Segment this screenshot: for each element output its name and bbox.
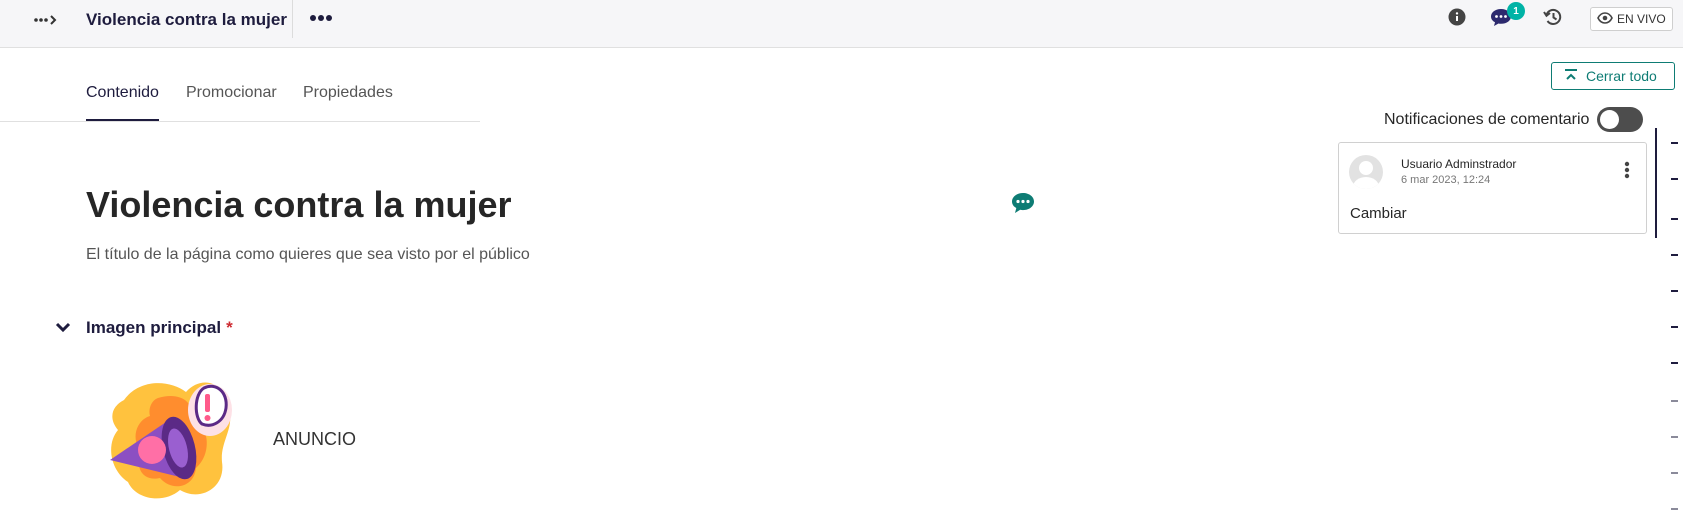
minimap-marker[interactable] [1671,436,1678,438]
section-heading: Imagen principal * [86,318,233,338]
tab-promote[interactable]: Promocionar [186,84,277,102]
vertical-dots-icon [1624,161,1630,184]
comment-text: Cambiar [1350,205,1407,222]
comment-notifications-toggle[interactable] [1597,107,1643,132]
live-view-button[interactable]: EN VIVO [1590,7,1673,31]
comment-menu-button[interactable] [1619,161,1635,183]
close-all-label: Cerrar todo [1586,68,1657,84]
toggle-knob [1600,110,1619,129]
ellipsis-arrow-icon[interactable] [32,8,60,32]
collapse-up-icon [1564,68,1578,84]
comment-date: 6 mar 2023, 12:24 [1401,174,1491,186]
minimap-marker[interactable] [1671,254,1678,256]
page-title-field[interactable]: Violencia contra la mujer [86,184,512,226]
header-divider [292,0,293,38]
live-label: EN VIVO [1617,12,1666,26]
info-icon [1448,8,1466,31]
comment-notifications-label: Notificaciones de comentario [1384,111,1590,128]
minimap-marker[interactable] [1671,362,1678,364]
section-title-text: Imagen principal [86,318,222,337]
more-actions-button[interactable] [306,6,336,30]
minimap-marker[interactable] [1671,218,1678,220]
minimap-active-line [1655,128,1657,238]
history-icon [1543,7,1563,32]
minimap-marker[interactable] [1671,290,1678,292]
tab-content[interactable]: Contenido [86,84,159,102]
minimap-marker[interactable] [1671,472,1678,474]
header-page-title: Violencia contra la mujer [86,10,287,29]
minimap-marker[interactable] [1671,178,1678,180]
top-bar: Violencia contra la mujer 1 EN VIVO [0,0,1683,48]
image-caption: ANUNCIO [273,429,357,449]
history-button[interactable] [1540,6,1566,32]
minimap-marker[interactable] [1671,400,1678,402]
minimap-marker[interactable] [1671,508,1678,510]
add-comment-button[interactable] [1010,191,1036,215]
title-help-text: El título de la página como quieres que … [86,246,530,263]
info-button[interactable] [1444,6,1470,32]
tab-bar: Contenido Promocionar Propiedades [0,76,480,122]
close-all-button[interactable]: Cerrar todo [1551,62,1675,90]
section-toggle[interactable] [54,318,72,336]
active-tab-indicator [86,119,159,121]
eye-icon [1597,11,1613,27]
megaphone-illustration [104,381,232,499]
comment-author: Usuario Adminstrador [1401,157,1517,171]
comment-card: Usuario Adminstrador 6 mar 2023, 12:24 C… [1338,142,1647,234]
tab-properties[interactable]: Propiedades [303,84,393,102]
main-image-thumbnail[interactable] [100,370,236,506]
avatar [1349,155,1383,189]
required-marker: * [226,318,233,337]
minimap-marker[interactable] [1671,326,1678,328]
chevron-down-icon [54,322,72,340]
minimap-marker[interactable] [1671,142,1678,144]
horizontal-dots-icon [309,9,333,27]
comments-count-badge: 1 [1507,2,1525,20]
chat-bubble-icon [1010,193,1036,219]
